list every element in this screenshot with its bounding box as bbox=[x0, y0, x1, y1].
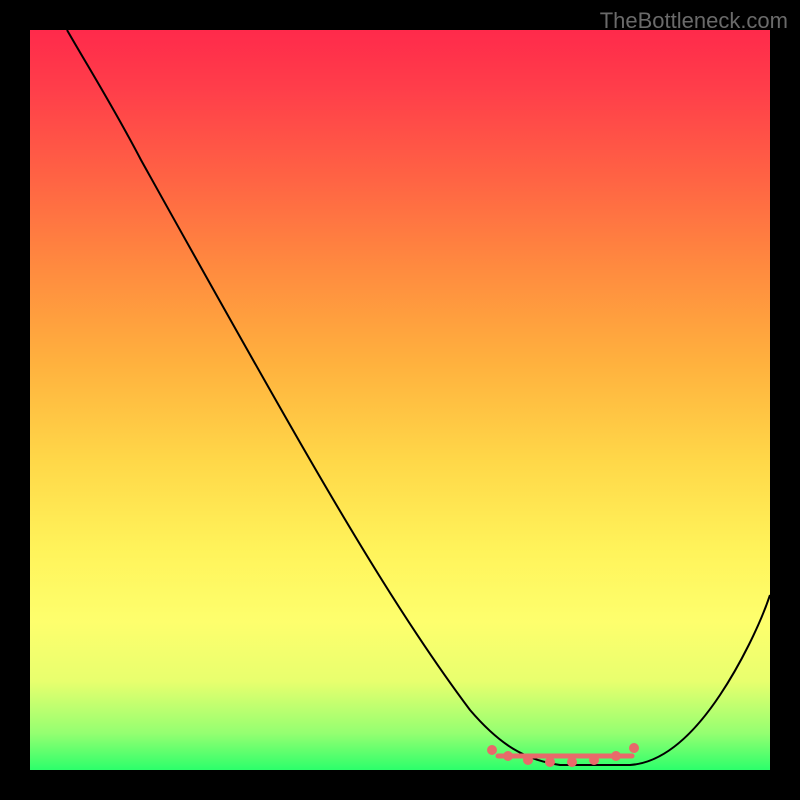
watermark-text: TheBottleneck.com bbox=[600, 8, 788, 34]
bottleneck-curve bbox=[67, 30, 770, 765]
optimal-point bbox=[567, 757, 577, 767]
optimal-point bbox=[523, 755, 533, 765]
optimal-point bbox=[503, 751, 513, 761]
chart-svg bbox=[30, 30, 770, 770]
chart-plot-area bbox=[30, 30, 770, 770]
optimal-point bbox=[589, 755, 599, 765]
optimal-point bbox=[545, 757, 555, 767]
optimal-point bbox=[487, 745, 497, 755]
optimal-point bbox=[611, 751, 621, 761]
optimal-point bbox=[629, 743, 639, 753]
